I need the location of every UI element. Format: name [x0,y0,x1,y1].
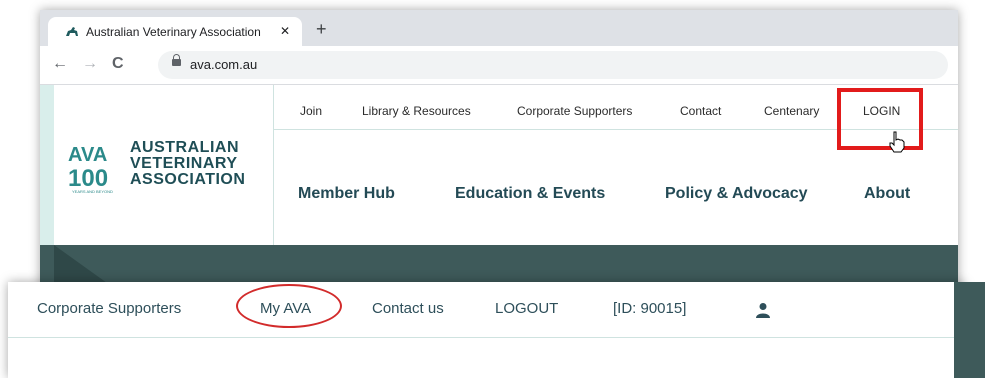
browser-toolbar: ← → C ava.com.au [40,46,958,85]
background-dark-edge [958,282,985,378]
url-text: ava.com.au [190,57,258,72]
website-header: AVA 100 AUSTRALIAN VETERINARY ASSOCIATIO… [40,85,958,288]
nav-contact[interactable]: Contact [680,104,721,118]
logo-mark-text: AVA [68,144,107,166]
pointer-hand-icon [889,131,905,153]
member-id: [ID: 90015] [613,300,687,317]
reload-button[interactable]: C [112,55,124,73]
nav-member-hub[interactable]: Member Hub [298,185,395,203]
ava-logo[interactable]: AVA 100 AUSTRALIAN VETERINARY ASSOCIATIO… [54,85,274,245]
nav-library-resources[interactable]: Library & Resources [362,104,471,118]
tab-strip: Australian Veterinary Association ✕ + [40,10,958,46]
login-highlight-box [837,88,923,150]
logo-line-3: ASSOCIATION [130,171,246,188]
nav-about[interactable]: About [864,185,910,203]
logged-in-header: Corporate Supporters My AVA Contact us L… [8,282,964,378]
lock-icon [172,54,181,66]
logo-mark-sub: 100 [68,165,108,192]
decorative-strip [40,85,54,245]
logo-tagline: YEARS AND BEYOND [72,189,113,194]
logo-line-2: VETERINARY [130,155,238,172]
close-tab-icon[interactable]: ✕ [280,24,290,38]
horse-favicon-icon [64,25,80,39]
logged-in-nav: Corporate Supporters My AVA Contact us L… [8,282,964,338]
browser-tab[interactable]: Australian Veterinary Association ✕ [48,17,302,46]
tab-title: Australian Veterinary Association [86,25,261,39]
back-button[interactable]: ← [52,55,68,73]
nav-policy-advocacy[interactable]: Policy & Advocacy [665,185,808,203]
nav-logout[interactable]: LOGOUT [495,300,558,318]
logo-line-1: AUSTRALIAN [130,139,239,156]
new-tab-button[interactable]: + [316,20,327,38]
address-bar[interactable]: ava.com.au [158,51,948,79]
logo-wordmark: AUSTRALIAN VETERINARY ASSOCIATION [130,140,245,188]
nav-corporate-supporters[interactable]: Corporate Supporters [517,104,632,118]
user-icon[interactable] [755,302,771,318]
nav-education-events[interactable]: Education & Events [455,185,605,203]
forward-button[interactable]: → [82,55,98,73]
nav-centenary[interactable]: Centenary [764,104,819,118]
ava-100-logo-icon: AVA 100 [68,144,108,192]
browser-window: Australian Veterinary Association ✕ + ← … [40,10,958,288]
nav-contact-us[interactable]: Contact us [372,300,444,318]
nav-join[interactable]: Join [300,104,322,118]
nav-corporate-supporters-2[interactable]: Corporate Supporters [37,300,181,318]
my-ava-highlight-ellipse [236,284,342,328]
